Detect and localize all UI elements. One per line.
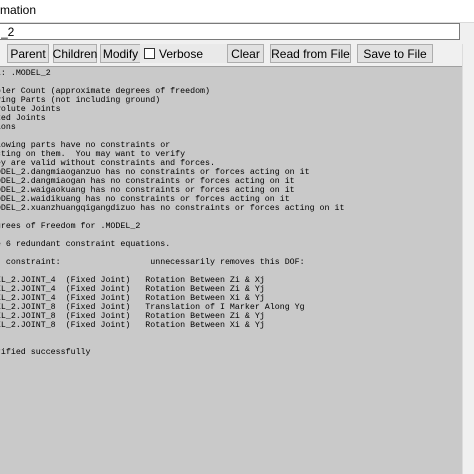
window-edge-scrollbar[interactable]: [462, 44, 474, 474]
output-line: MODEL_2.xuanzhuangqigangdizuo has no con…: [0, 204, 345, 213]
read-from-file-button[interactable]: Read from File: [270, 44, 351, 63]
verbose-checkbox[interactable]: Verbose: [140, 44, 227, 63]
save-to-file-button[interactable]: Save to File: [357, 44, 433, 63]
output-line: MODEL: .MODEL_2: [0, 69, 51, 78]
window-title: mation: [0, 3, 37, 17]
output-line: evolute Joints: [0, 105, 61, 114]
checkbox-icon[interactable]: [144, 48, 155, 59]
object-name-field[interactable]: [0, 23, 461, 40]
clear-button[interactable]: Clear: [227, 44, 264, 63]
output-line: constraint: unnecessarily removes this D…: [0, 258, 305, 267]
children-button[interactable]: Children: [53, 44, 97, 63]
output-line: hey are valid without constraints and fo…: [0, 159, 215, 168]
output-line: llowing parts have no constraints or: [0, 141, 171, 150]
output-line: DEL_2.JOINT_8 (Fixed Joint) Translation …: [0, 303, 305, 312]
output-line: egrees of Freedom for .MODEL_2: [0, 222, 141, 231]
output-line: DEL_2.JOINT_8 (Fixed Joint) Rotation Bet…: [0, 321, 265, 330]
output-line: re 6 redundant constraint equations.: [0, 240, 171, 249]
output-line: DEL_2.JOINT_4 (Fixed Joint) Rotation Bet…: [0, 276, 265, 285]
output-line: MODEL_2.waidikuang has no constraints or…: [0, 195, 290, 204]
verbose-label: Verbose: [159, 46, 204, 61]
output-line: MODEL_2.dangmiaoganzuo has no constraint…: [0, 168, 310, 177]
output-text-area[interactable]: MODEL: .MODEL_2 Gruebler Count (approxima…: [0, 66, 462, 474]
title-bar: mation: [0, 0, 474, 23]
modify-button[interactable]: Modify: [100, 44, 141, 63]
output-line: erified successfully: [0, 348, 91, 357]
output-line: ixed Joints: [0, 114, 46, 123]
output-line: MODEL_2.dangmiaogan has no constraints o…: [0, 177, 295, 186]
output-line: acting on them. You may want to verify: [0, 150, 186, 159]
output-line: MODEL_2.waigaokuang has no constraints o…: [0, 186, 295, 195]
output-line: DEL_2.JOINT_4 (Fixed Joint) Rotation Bet…: [0, 285, 265, 294]
output-line: DEL_2.JOINT_4 (Fixed Joint) Rotation Bet…: [0, 294, 265, 303]
toolbar: Parent Children Modify Verbose Clear Rea…: [0, 44, 474, 64]
parent-button[interactable]: Parent: [7, 44, 49, 63]
output-lines: MODEL: .MODEL_2 Gruebler Count (approxima…: [0, 67, 462, 357]
output-line: Gruebler Count (approximate degrees of f…: [0, 87, 211, 96]
output-line: DEL_2.JOINT_8 (Fixed Joint) Rotation Bet…: [0, 312, 265, 321]
output-line: tions: [0, 123, 16, 132]
output-line: oving Parts (not including ground): [0, 96, 161, 105]
object-name-input[interactable]: [0, 24, 461, 39]
